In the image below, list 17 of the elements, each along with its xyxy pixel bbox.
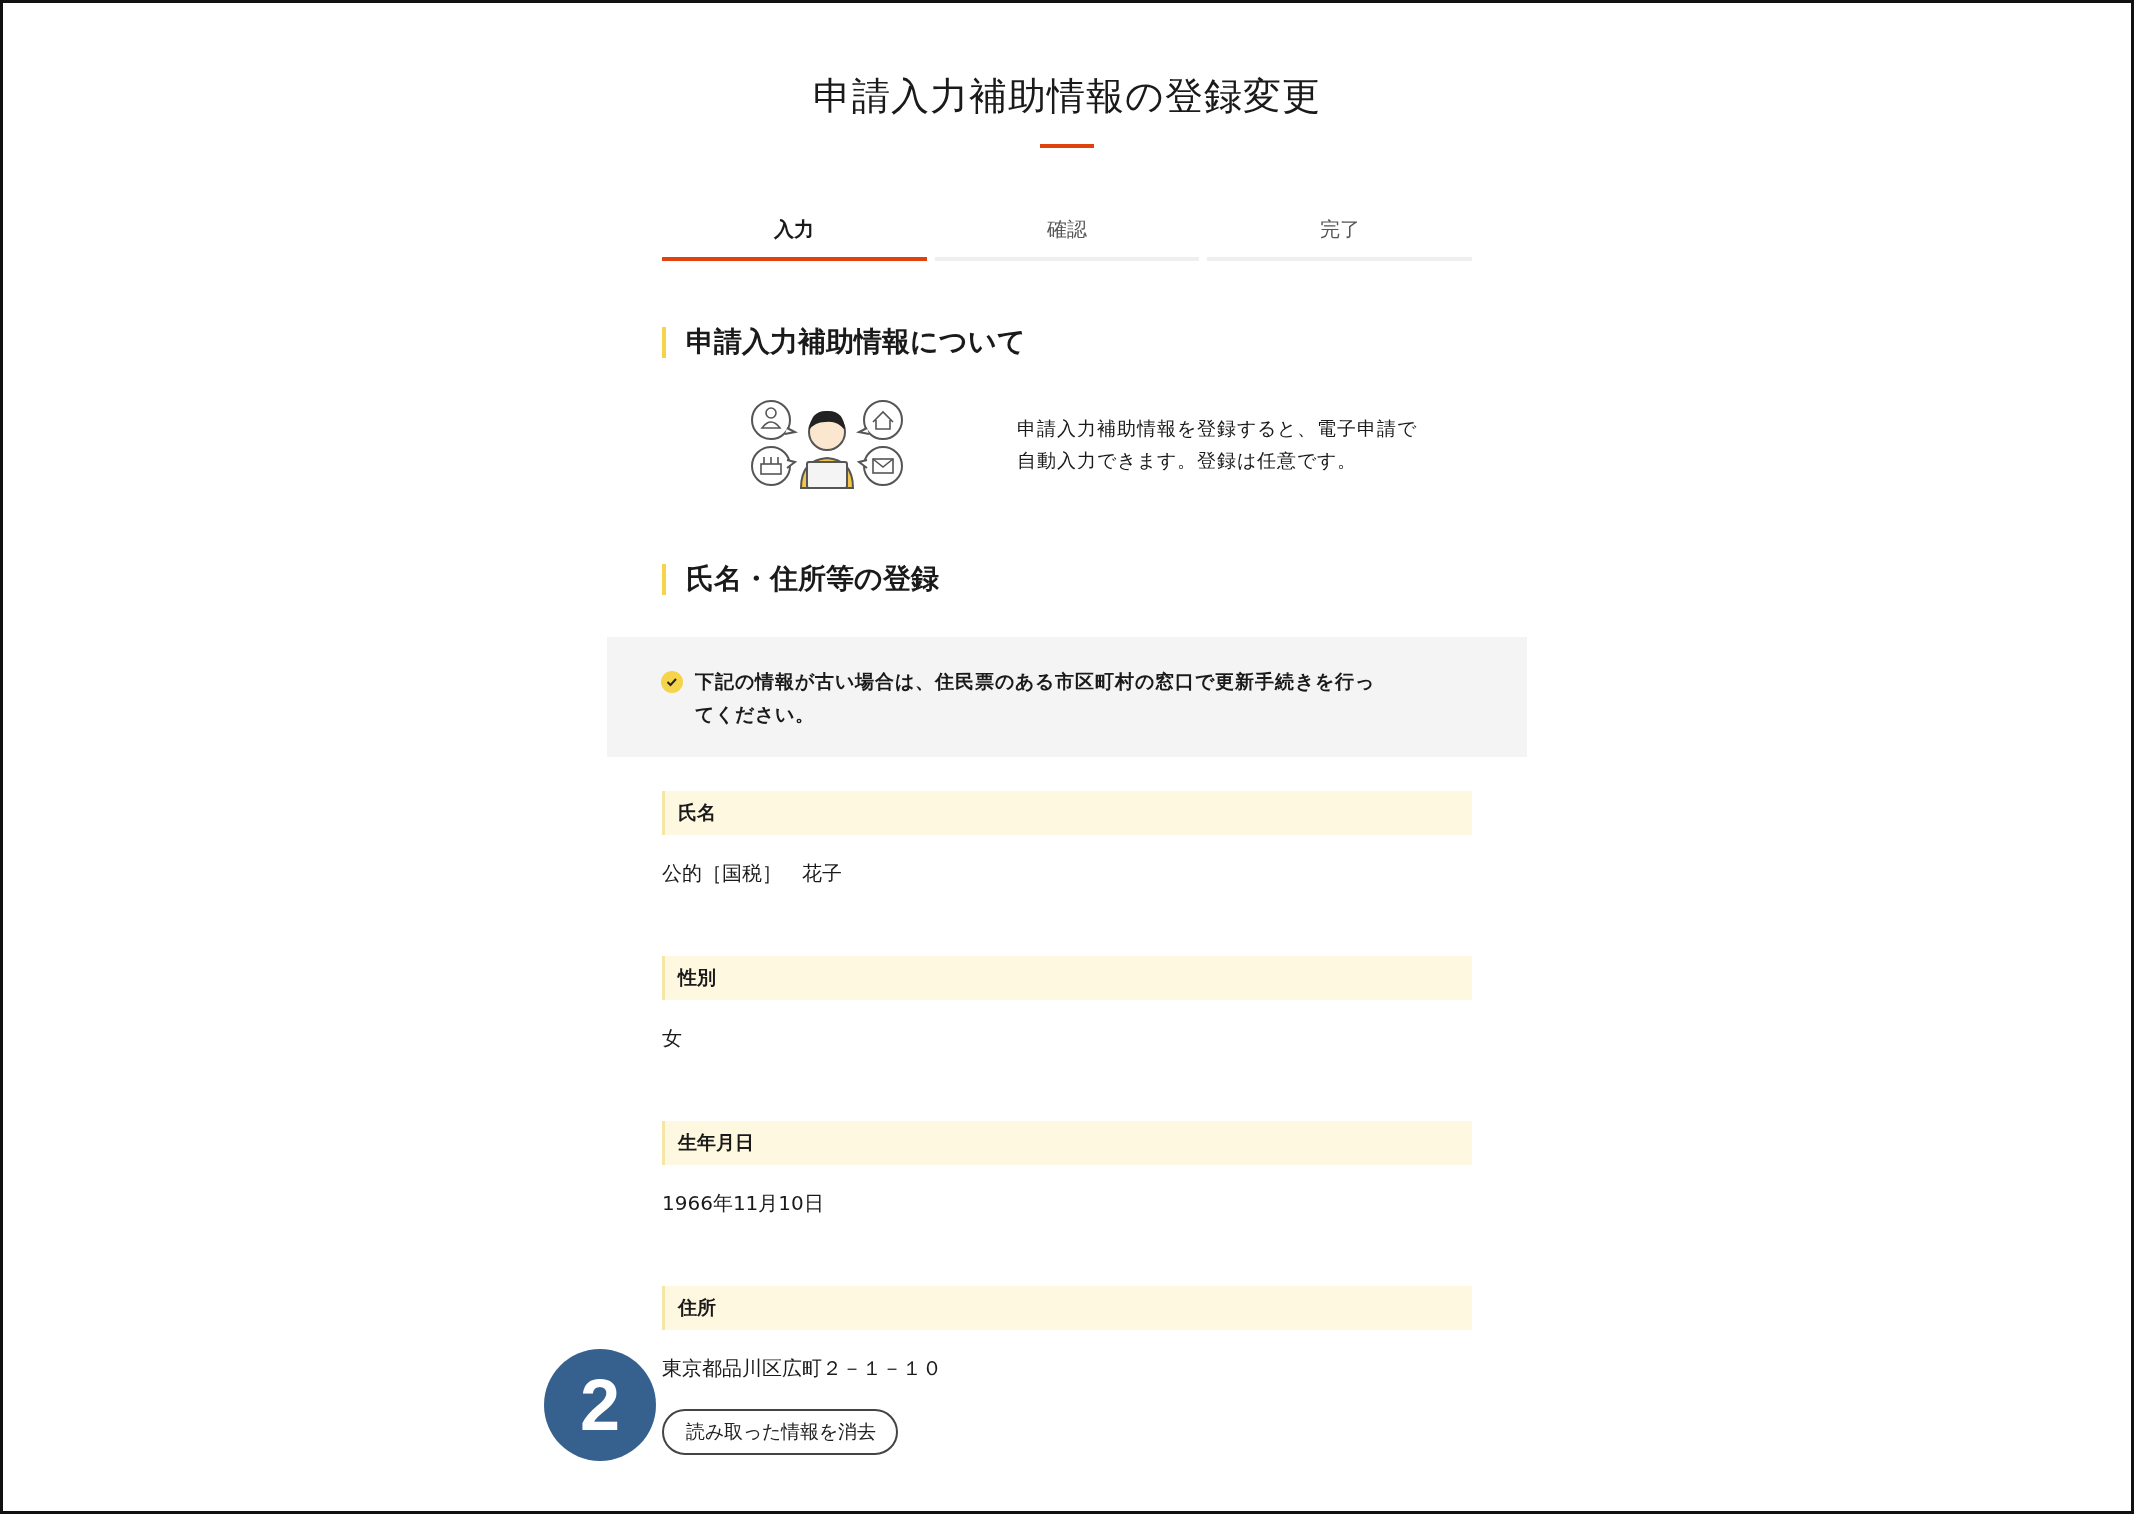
section-heading: 氏名・住所等の登録	[662, 563, 1472, 595]
field-value: 東京都品川区広町２－１－１０	[662, 1356, 942, 1381]
page-title: 申請入力補助情報の登録変更	[813, 73, 1321, 120]
field-label: 性別	[662, 956, 1472, 1001]
field-value: 公的［国税］ 花子	[662, 861, 842, 886]
notice-text: 下記の情報が古い場合は、住民票のある市区町村の窓口で更新手続きを行ってください。	[695, 668, 1376, 727]
field-label: 生年月日	[662, 1121, 1472, 1166]
field-value: 女	[662, 1026, 682, 1051]
title-underline	[1040, 144, 1094, 148]
section-heading: 申請入力補助情報について	[662, 327, 1472, 358]
clear-info-button[interactable]: 読み取った情報を消去	[662, 1409, 898, 1456]
step-number-badge: 2	[544, 1349, 656, 1462]
field-label: 氏名	[662, 791, 1472, 836]
description-text: 申請入力補助情報を登録すると、電子申請で自動入力できます。登録は任意です。	[1017, 415, 1418, 473]
check-icon	[661, 670, 683, 693]
field-label: 住所	[662, 1286, 1472, 1331]
field-value: 1966年11月10日	[662, 1191, 824, 1216]
